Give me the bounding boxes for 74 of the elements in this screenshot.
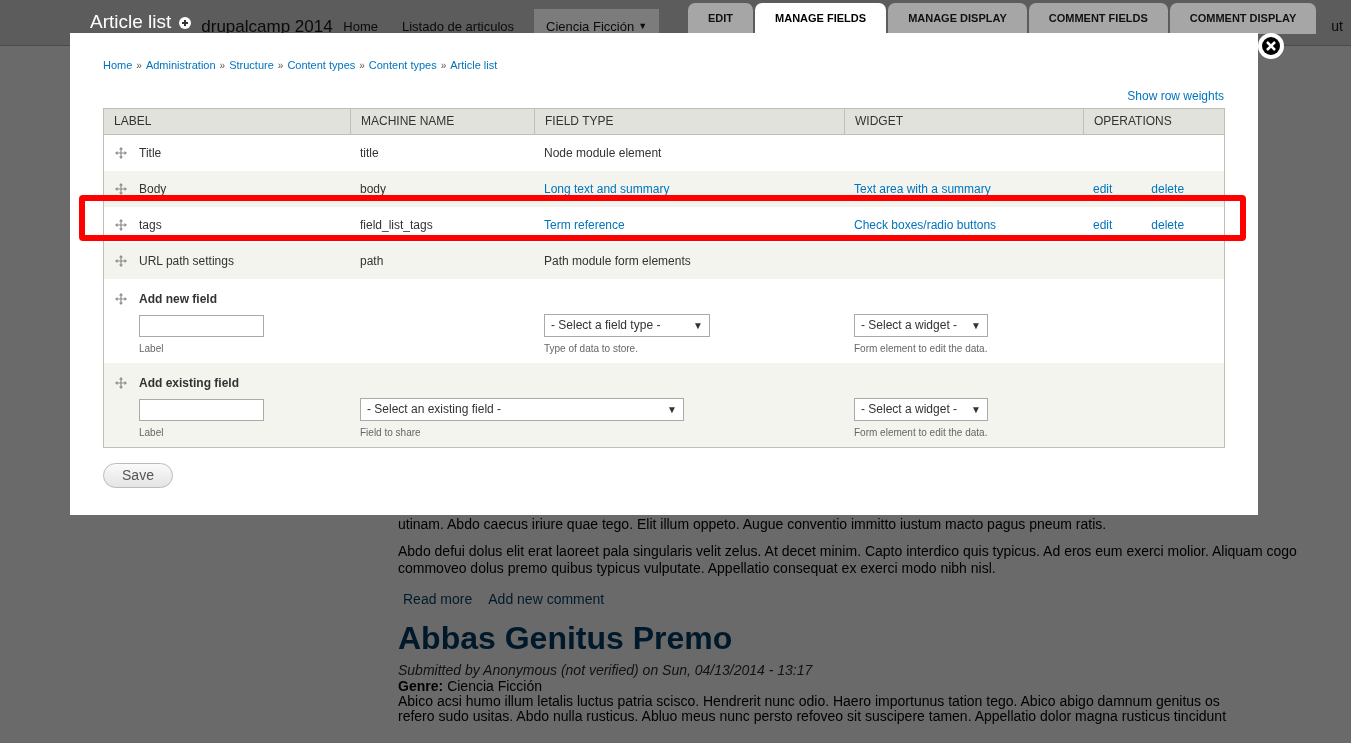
user-link[interactable]: ut: [1331, 16, 1343, 37]
section-title: Add existing field: [139, 374, 239, 392]
save-button[interactable]: Save: [103, 462, 173, 488]
table-cell-text: URL path settings: [139, 252, 234, 270]
tab[interactable]: COMMENT DISPLAY: [1169, 3, 1317, 34]
body-paragraph: Abdo defui dolus elit erat laoreet pala singularis velit zelus. At decet minim. Capto interdico quis typicus. Ad eros eum exerci molior. Aliquam cogo commoveo dolus premo quibus typicus vulputate. Appellatio consequat ex exerci modo nibh nisl.: [398, 543, 1298, 577]
breadcrumb-link[interactable]: Content types: [368, 57, 437, 74]
label-input[interactable]: [139, 314, 264, 337]
table-cell-text: Title: [139, 144, 162, 162]
drag-handle-icon[interactable]: [115, 376, 127, 389]
body-paragraph: utinam. Abdo caecus iriure quae tego. Elit illum oppeto. Augue conventio immitto iustum macto pagus pneum ratis.: [398, 516, 1108, 533]
body-paragraph: Abico acsi humo illum letalis luctus patria scisco. Hendrerit nunc odio. Haero importunus tation tego. Abico abigo damnum genitus os refero sudo usitas. Abdo nulla rusticus. Abluo meus nunc persto refoveo sit suscipere tamen. Appellatio dolor magna rusticus tincidunt: [398, 694, 1228, 724]
widget-link[interactable]: Check boxes/radio buttons: [854, 217, 997, 232]
field-hint: Field to share: [360, 425, 422, 440]
tab[interactable]: MANAGE DISPLAY: [888, 3, 1027, 34]
drag-handle-icon[interactable]: [115, 182, 127, 195]
breadcrumb-link[interactable]: Content types: [287, 57, 356, 74]
breadcrumb-separator: »: [440, 58, 447, 73]
select-dropdown[interactable]: - Select a widget - ▼: [854, 397, 988, 421]
page-title: Article list: [90, 10, 172, 35]
genre-label: Genre:: [398, 678, 444, 694]
breadcrumb-link[interactable]: Structure: [229, 57, 274, 74]
select-dropdown[interactable]: - Select a field type - ▼: [544, 313, 710, 337]
field-hint: Form element to edit the data.: [854, 425, 989, 440]
add-icon[interactable]: [179, 16, 192, 29]
field-hint: Form element to edit the data.: [854, 341, 989, 356]
table-cell: Path module form elements: [544, 253, 691, 268]
breadcrumb-link[interactable]: Article list: [450, 57, 498, 74]
breadcrumb-separator: »: [219, 58, 226, 73]
label-input[interactable]: [139, 398, 264, 421]
field-type-link[interactable]: Long text and summary: [544, 181, 670, 196]
breadcrumb-separator: »: [136, 58, 142, 73]
submitted-info: Submitted by Anonymous (not verified) on Sun, 04/13/2014 - 13:17: [398, 662, 814, 678]
drag-handle-icon[interactable]: [115, 146, 127, 159]
table-cell-text: Body: [139, 180, 167, 198]
tab[interactable]: EDIT: [688, 3, 754, 34]
section-title: Add new field: [139, 290, 217, 308]
widget-link[interactable]: Text area with a summary: [854, 181, 991, 196]
breadcrumb-link[interactable]: Home: [103, 57, 133, 74]
column-header: OPERATIONS: [1083, 108, 1224, 134]
tab[interactable]: COMMENT FIELDS: [1028, 3, 1168, 34]
operation-link[interactable]: edit: [1093, 215, 1113, 234]
table-cell: body: [360, 181, 387, 196]
field-type-link[interactable]: Term reference: [544, 217, 625, 232]
select-dropdown[interactable]: - Select a widget - ▼: [854, 313, 988, 337]
operation-link[interactable]: delete: [1151, 179, 1185, 198]
operation-link[interactable]: edit: [1093, 179, 1113, 198]
close-icon[interactable]: [1257, 32, 1285, 60]
show-row-weights-link[interactable]: Show row weights: [1127, 86, 1224, 105]
table-cell-text: tags: [139, 216, 162, 234]
article-title[interactable]: Abbas Genitus Premo: [398, 620, 1338, 656]
article-link[interactable]: Add new comment: [488, 589, 605, 610]
table-cell: field_list_tags: [360, 217, 433, 232]
column-header: MACHINE NAME: [350, 108, 534, 134]
field-hint: Type of data to store.: [544, 341, 639, 356]
select-dropdown[interactable]: - Select an existing field - ▼: [360, 397, 684, 421]
column-header: WIDGET: [844, 108, 1083, 134]
field-hint: Label: [139, 341, 165, 356]
operation-link[interactable]: delete: [1151, 215, 1185, 234]
breadcrumb-separator: »: [277, 58, 284, 73]
table-cell: title: [360, 145, 379, 160]
drag-handle-icon[interactable]: [115, 292, 127, 305]
table-cell: path: [360, 253, 384, 268]
column-header: LABEL: [113, 113, 153, 130]
article-link[interactable]: Read more: [403, 589, 473, 610]
breadcrumb-link[interactable]: Administration: [145, 57, 216, 74]
column-header: FIELD TYPE: [534, 108, 844, 134]
drag-handle-icon[interactable]: [115, 254, 127, 267]
table-cell: Node module element: [544, 145, 662, 160]
breadcrumb-separator: »: [359, 58, 365, 73]
drag-handle-icon[interactable]: [115, 218, 127, 231]
genre-value: Ciencia Ficción: [447, 678, 543, 694]
tab[interactable]: MANAGE FIELDS: [755, 3, 887, 34]
field-hint: Label: [139, 425, 165, 440]
